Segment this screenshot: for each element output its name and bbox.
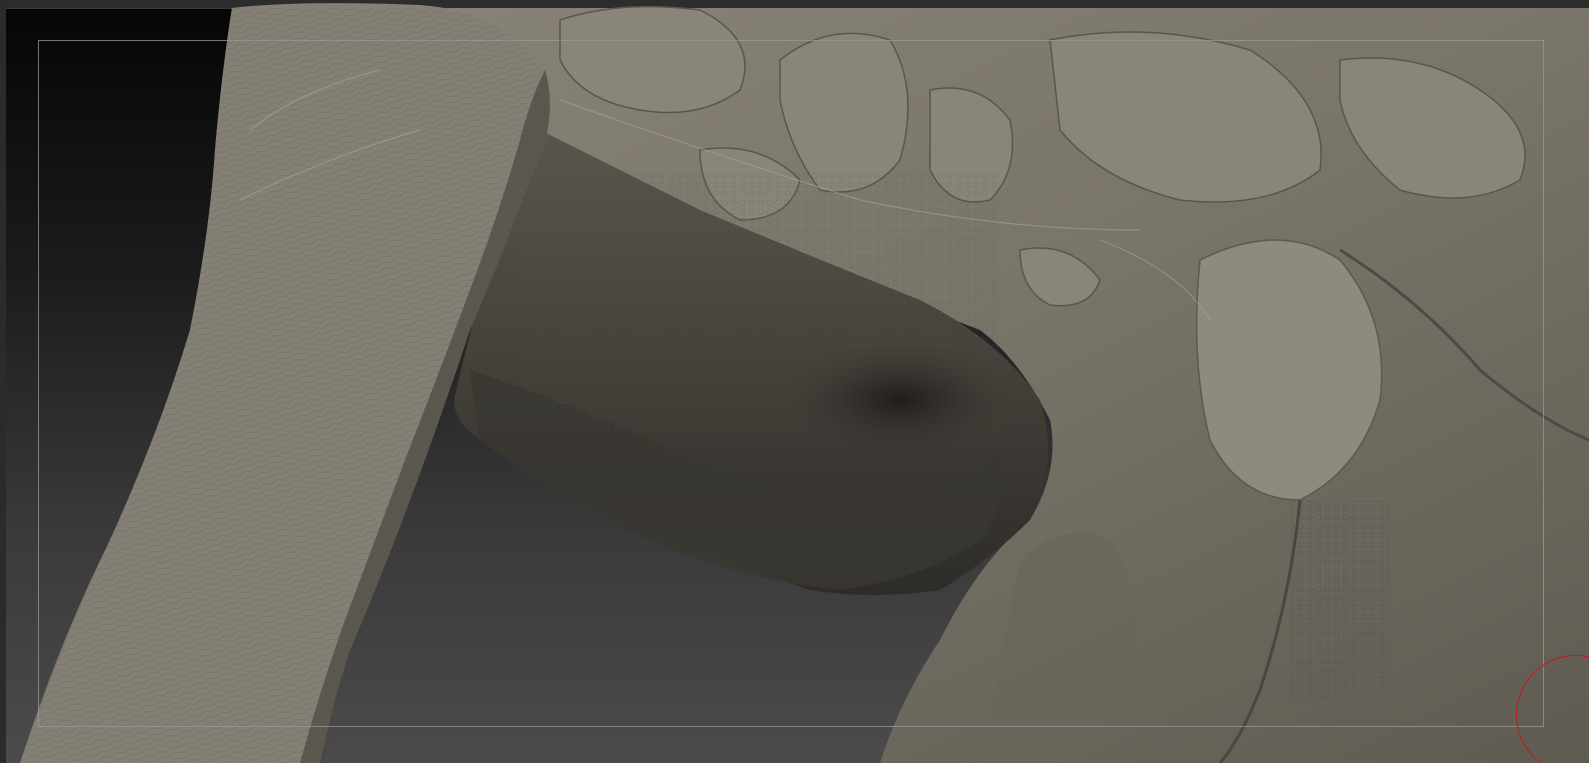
neck-shadow-pit	[780, 340, 1020, 460]
scale-texture-patch	[1290, 500, 1390, 700]
sculpted-model[interactable]	[0, 0, 1589, 763]
sculpt-viewport[interactable]	[0, 0, 1589, 763]
